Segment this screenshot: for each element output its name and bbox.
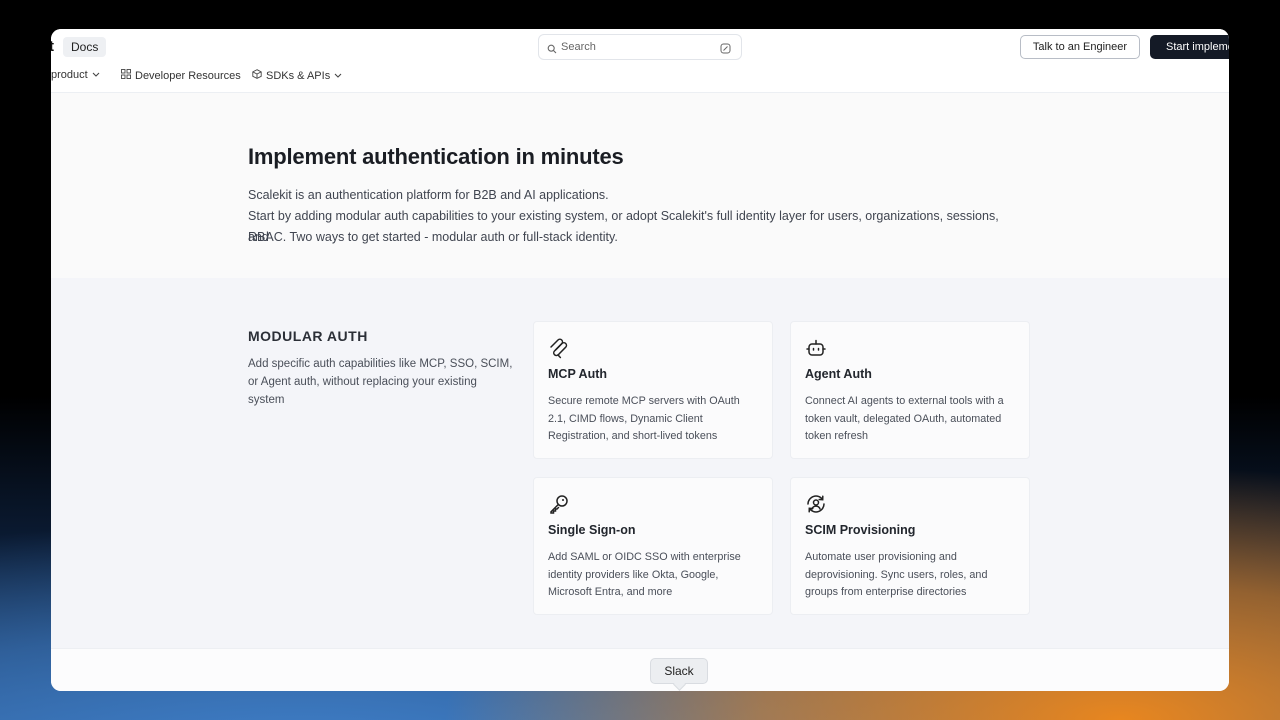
card-description: Automate user provisioning and deprovisi…: [805, 551, 988, 598]
next-section-preview: [51, 648, 1229, 691]
logo[interactable]: t: [51, 38, 54, 55]
section-title: MODULAR AUTH: [248, 328, 368, 344]
card-description: Secure remote MCP servers with OAuth 2.1…: [548, 395, 740, 442]
hero-paragraph-line: RBAC. Two ways to get started - modular …: [248, 230, 618, 244]
chevron-down-icon: [334, 70, 342, 82]
card-title: MCP Auth: [548, 367, 608, 381]
nav-item-product[interactable]: product: [51, 69, 100, 81]
docs-label[interactable]: Docs: [63, 37, 107, 57]
search-input[interactable]: Search: [538, 34, 742, 60]
card-agent-auth[interactable]: Agent Auth Connect AI agents to external…: [790, 321, 1030, 459]
cube-icon: [252, 69, 262, 82]
search-icon: [547, 41, 557, 59]
card-single-sign-on[interactable]: Single Sign-on Add SAML or OIDC SSO with…: [533, 477, 773, 615]
chevron-down-icon: [92, 69, 100, 81]
grid-icon: [121, 69, 131, 82]
card-title: Agent Auth: [805, 367, 872, 381]
hero-section: Implement authentication in minutes Scal…: [51, 94, 1229, 278]
nav-item-developer-resources[interactable]: Developer Resources: [121, 69, 241, 82]
robot-icon: [805, 337, 827, 359]
nav-label: SDKs & APIs: [266, 69, 331, 82]
modular-auth-section: MODULAR AUTH Add specific auth capabilit…: [51, 278, 1229, 648]
browser-window: t Docs Search Talk to an Engineer Start …: [51, 29, 1229, 691]
talk-to-engineer-button[interactable]: Talk to an Engineer: [1020, 35, 1140, 59]
nav-label: product: [51, 69, 88, 81]
section-description: Add specific auth capabilities like MCP,…: [248, 358, 513, 406]
key-icon: [548, 493, 570, 515]
search-placeholder: Search: [561, 41, 596, 53]
user-sync-icon: [805, 493, 827, 515]
hero-intro: Scalekit is an authentication platform f…: [248, 188, 609, 202]
card-description: Add SAML or OIDC SSO with enterprise ide…: [548, 551, 741, 598]
mcp-icon: [548, 337, 570, 359]
slack-tooltip: Slack: [650, 658, 708, 684]
card-title: SCIM Provisioning: [805, 523, 916, 537]
page-title: Implement authentication in minutes: [248, 144, 624, 169]
card-title: Single Sign-on: [548, 523, 636, 537]
card-mcp-auth[interactable]: MCP Auth Secure remote MCP servers with …: [533, 321, 773, 459]
start-implementing-button[interactable]: Start implementing: [1150, 35, 1229, 59]
shortcut-icon: [720, 41, 731, 59]
nav-item-sdks-apis[interactable]: SDKs & APIs: [252, 69, 342, 82]
nav-label: Developer Resources: [135, 69, 241, 82]
card-description: Connect AI agents to external tools with…: [805, 395, 1004, 442]
card-scim-provisioning[interactable]: SCIM Provisioning Automate user provisio…: [790, 477, 1030, 615]
docs-header: t Docs Search Talk to an Engineer Start …: [51, 29, 1229, 93]
